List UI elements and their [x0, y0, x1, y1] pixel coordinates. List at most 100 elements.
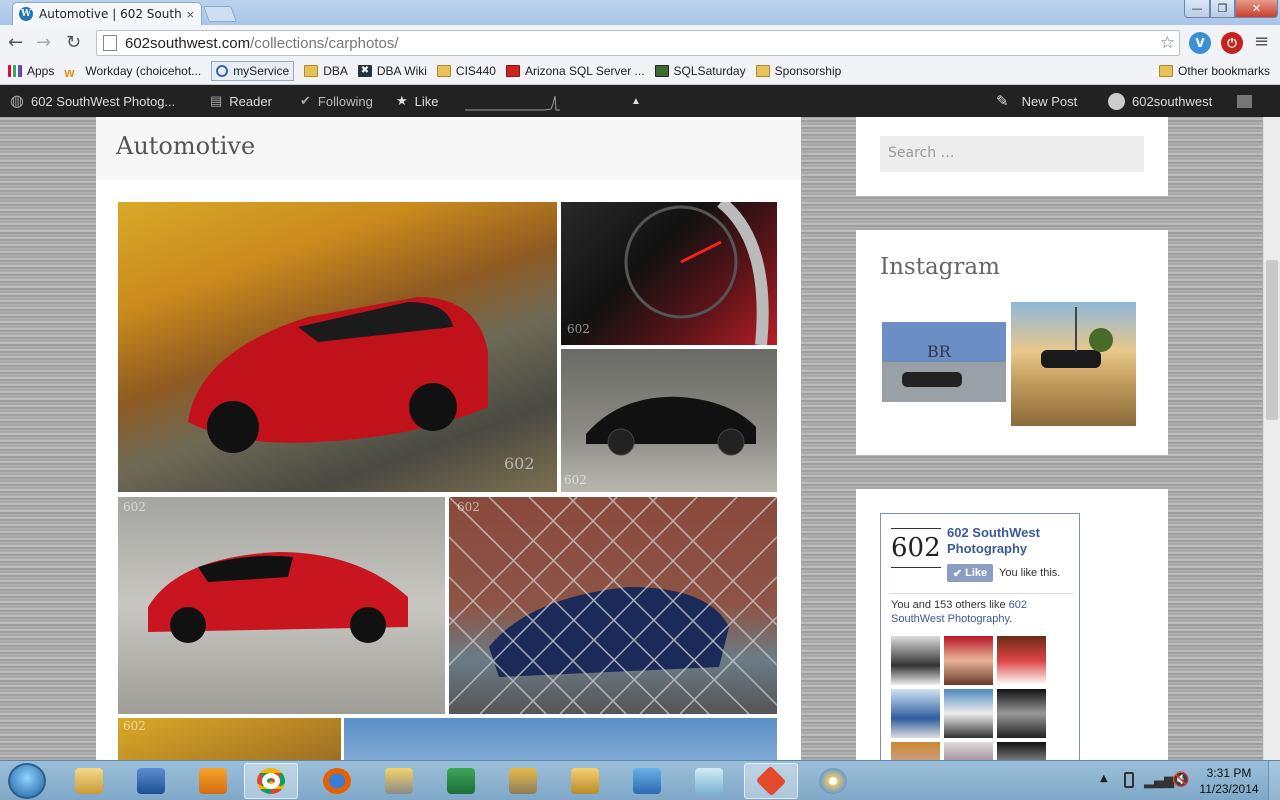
collapse-arrow-icon[interactable]: ▲ [631, 85, 641, 117]
bookmark-myservice[interactable]: myService [211, 61, 295, 81]
bookmark-star-icon[interactable]: ☆ [1160, 33, 1175, 53]
bookmark-other[interactable]: Other bookmarks [1159, 64, 1270, 78]
user-name: 602southwest [1132, 93, 1213, 109]
scrollbar-thumb[interactable] [1266, 260, 1278, 420]
fb-fan-avatar[interactable] [944, 636, 993, 685]
minimize-button[interactable]: — [1184, 0, 1210, 18]
photo-blue-mustang-fence[interactable]: 602 [449, 497, 777, 714]
bookmark-dba[interactable]: DBA [304, 64, 348, 78]
page-scrollbar[interactable] [1263, 117, 1280, 760]
chrome-menu-icon[interactable]: ≡ [1254, 31, 1269, 52]
photo-dashboard-gauges[interactable]: 602 [561, 202, 777, 345]
fb-fan-avatar[interactable] [944, 689, 993, 738]
notifications-icon[interactable] [1237, 85, 1252, 117]
back-arrow-icon[interactable]: ← [8, 32, 23, 53]
battery-icon[interactable] [1124, 772, 1134, 788]
taskbar-notes[interactable] [682, 763, 736, 799]
address-bar[interactable]: 602southwest.com/collections/carphotos/ … [96, 30, 1180, 56]
like-link[interactable]: ★ Like [396, 85, 439, 117]
tab-close-icon[interactable]: × [186, 8, 195, 21]
fb-page-name[interactable]: 602 SouthWest Photography [947, 525, 1067, 557]
bookmark-sponsorship[interactable]: Sponsorship [755, 64, 841, 78]
chrome-icon [257, 768, 285, 794]
wordpress-favicon-icon: W [19, 7, 33, 21]
bookmark-dba-wiki[interactable]: ✖ DBA Wiki [357, 64, 427, 78]
fb-you-like: You like this. [999, 567, 1061, 579]
taskbar-outlook[interactable] [186, 763, 240, 799]
taskbar-lync[interactable] [620, 763, 674, 799]
taskbar-sql-management[interactable] [372, 763, 426, 799]
fb-fan-avatar[interactable] [891, 636, 940, 685]
browser-tab[interactable]: W Automotive | 602 SouthW × [12, 2, 202, 25]
fb-fan-avatar[interactable] [997, 689, 1046, 738]
photo-autumn-partial[interactable]: 602 [118, 718, 341, 760]
bookmark-apps[interactable]: Apps [8, 64, 54, 78]
url-path: /collections/carphotos/ [250, 34, 399, 52]
photo-black-corvette-studio[interactable]: 602 [561, 349, 777, 492]
photo-palm-sky-partial[interactable] [344, 718, 777, 760]
bookmark-arizona-sql[interactable]: Arizona SQL Server ... [505, 64, 645, 78]
watermark: 602 [123, 500, 146, 514]
url-domain: 602southwest.com [125, 34, 251, 52]
fb-fan-avatar[interactable] [891, 742, 940, 760]
bookmark-cis440[interactable]: CIS440 [436, 64, 496, 78]
taskbar-tools[interactable] [496, 763, 550, 799]
fb-like-button[interactable]: ✔ Like [947, 564, 993, 582]
windows-start-button[interactable] [8, 763, 46, 799]
new-post-link[interactable]: ✎ New Post [996, 85, 1077, 117]
new-tab-button[interactable] [203, 6, 237, 22]
bookmark-sqlsaturday[interactable]: SQLSaturday [654, 64, 746, 78]
fb-fan-avatar[interactable] [997, 742, 1046, 760]
remote-desktop-icon [137, 768, 165, 794]
network-icon[interactable]: ▂▄▆ [1144, 774, 1174, 789]
taskbar-firefox[interactable] [310, 763, 364, 799]
instagram-photo-mustang-sunset[interactable] [1011, 302, 1136, 426]
taskbar-excel[interactable] [434, 763, 488, 799]
taskbar-explorer[interactable] [62, 763, 116, 799]
taskbar-paint[interactable] [806, 763, 860, 799]
volume-muted-icon[interactable]: 🔇 [1172, 772, 1189, 788]
fb-others-suffix: . [1009, 613, 1013, 625]
fence-graphic [449, 497, 777, 714]
bookmark-label: DBA Wiki [376, 64, 427, 78]
extension-stop-icon[interactable]: ⏻ [1221, 32, 1243, 54]
arizona-icon [505, 65, 520, 77]
reader-icon: ▤ [210, 93, 223, 108]
instagram-photo-mustang-graffiti[interactable]: BR [882, 302, 1006, 426]
reload-icon[interactable]: ↻ [66, 32, 81, 53]
fb-fan-avatar[interactable] [944, 742, 993, 760]
fb-others-like: You and 153 others like 602 SouthWest Ph… [891, 598, 1071, 626]
fb-page-logo[interactable]: 602 [891, 528, 941, 568]
bookmark-label: myService [233, 64, 290, 78]
fb-fan-avatar[interactable] [891, 689, 940, 738]
show-hidden-icons-arrow[interactable]: ▲ [1100, 773, 1108, 784]
taskbar-git[interactable] [744, 763, 798, 799]
photo-red-corvette-garage[interactable]: 602 [118, 497, 445, 714]
car-silhouette [148, 552, 408, 643]
watermark: 602 [457, 500, 480, 514]
photo-red-corvette-autumn[interactable]: 602 [118, 202, 557, 492]
user-menu[interactable]: 602southwest [1108, 85, 1212, 117]
extension-v-icon[interactable]: V [1189, 32, 1211, 54]
search-input[interactable]: Search … [880, 136, 1144, 172]
following-link[interactable]: ✔ Following [300, 85, 373, 117]
taskbar-database[interactable] [558, 763, 612, 799]
show-desktop-button[interactable] [1268, 761, 1280, 800]
taskbar-clock[interactable]: 3:31 PM 11/23/2014 [1196, 765, 1262, 797]
taskbar-chrome[interactable] [244, 763, 298, 799]
my-site-link[interactable]: ◍ 602 SouthWest Photog... [10, 85, 175, 117]
globe-icon: ◍ [10, 93, 24, 110]
tools-icon [509, 768, 537, 794]
svg-text:BR: BR [927, 342, 952, 361]
following-label: Following [317, 93, 373, 109]
taskbar-remote-desktop[interactable] [124, 763, 178, 799]
reader-link[interactable]: ▤ Reader [210, 85, 272, 117]
sqlsaturday-icon [654, 65, 669, 77]
stats-sparkline[interactable] [465, 85, 561, 117]
maximize-button[interactable]: ❐ [1210, 0, 1235, 18]
sql-management-icon [385, 768, 413, 794]
forward-arrow-icon[interactable]: → [36, 32, 51, 53]
fb-fan-avatar[interactable] [997, 636, 1046, 685]
bookmark-workday[interactable]: w Workday (choicehot... [64, 64, 201, 80]
close-window-button[interactable]: ✕ [1235, 0, 1278, 18]
